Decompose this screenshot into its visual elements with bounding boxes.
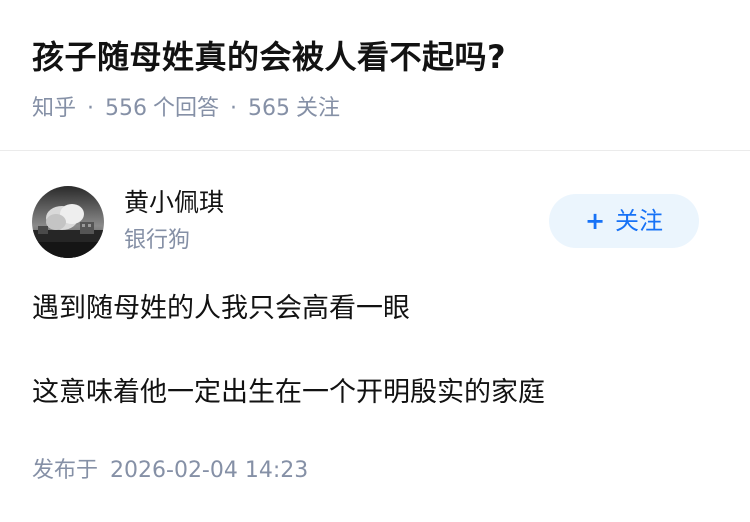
avatar-photo-icon[interactable] xyxy=(32,186,104,258)
answer-count-label: 个回答 xyxy=(153,96,220,121)
follower-count: 565 xyxy=(248,96,291,121)
meta-separator: · xyxy=(230,96,238,121)
answer-author: 黄小佩琪 银行狗 + 关注 xyxy=(32,184,718,260)
answer-paragraph: 这意味着他一定出生在一个开明殷实的家庭 xyxy=(32,377,545,408)
question-title[interactable]: 孩子随母姓真的会被人看不起吗? xyxy=(32,34,506,80)
publish-info: 发布于 2026-02-04 14:23 xyxy=(32,454,308,488)
question-meta: 知乎 · 556 个回答 · 565 关注 xyxy=(32,92,340,126)
follow-button[interactable]: + 关注 xyxy=(549,194,699,248)
question-header: 孩子随母姓真的会被人看不起吗? 知乎 · 556 个回答 · 565 关注 xyxy=(0,0,750,151)
answer-count: 556 xyxy=(105,96,148,121)
source-label[interactable]: 知乎 xyxy=(32,96,76,121)
answer-content: 遇到随母姓的人我只会高看一眼 这意味着他一定出生在一个开明殷实的家庭 xyxy=(32,288,722,414)
follow-button-label: 关注 xyxy=(615,207,664,235)
zhihu-answer-page: 孩子随母姓真的会被人看不起吗? 知乎 · 556 个回答 · 565 关注 黄小… xyxy=(0,0,750,522)
publish-datetime: 2026-02-04 14:23 xyxy=(110,458,309,483)
meta-separator: · xyxy=(87,96,95,121)
publish-label: 发布于 xyxy=(32,458,99,483)
follower-count-label: 关注 xyxy=(296,96,341,121)
plus-icon: + xyxy=(584,207,606,235)
author-bio: 银行狗 xyxy=(124,228,191,253)
author-name[interactable]: 黄小佩琪 xyxy=(124,184,224,222)
answer-paragraph: 遇到随母姓的人我只会高看一眼 xyxy=(32,293,410,324)
